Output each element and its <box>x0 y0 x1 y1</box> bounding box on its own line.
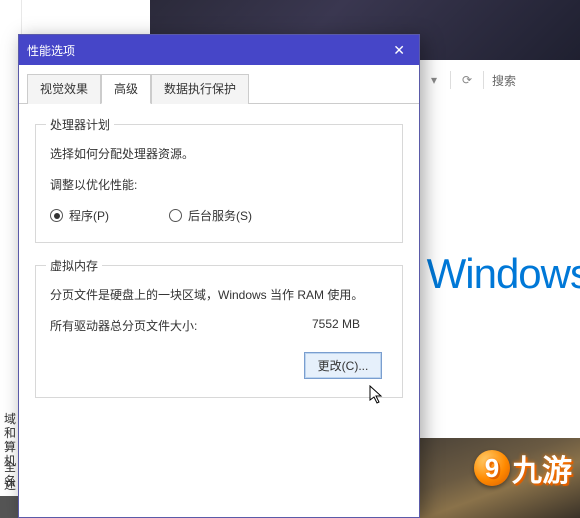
search-label: 搜索 <box>492 72 516 89</box>
tab-dep[interactable]: 数据执行保护 <box>151 74 249 104</box>
radio-programs-label: 程序(P) <box>69 207 109 224</box>
radio-background-services[interactable]: 后台服务(S) <box>169 207 252 224</box>
radio-services-label: 后台服务(S) <box>188 207 252 224</box>
dropdown-icon[interactable]: ▾ <box>426 73 442 87</box>
radio-icon <box>169 209 182 222</box>
jiuyou-logo: 9 九游 <box>474 446 572 490</box>
processor-scheduling-group: 处理器计划 选择如何分配处理器资源。 调整以优化性能: 程序(P) 后台服务(S… <box>35 124 403 243</box>
performance-options-dialog: 性能选项 ✕ 视觉效果 高级 数据执行保护 处理器计划 选择如何分配处理器资源。… <box>18 34 420 518</box>
vm-description: 分页文件是硬盘上的一块区域，Windows 当作 RAM 使用。 <box>50 286 388 303</box>
adjust-label: 调整以优化性能: <box>50 176 388 193</box>
radio-row: 程序(P) 后台服务(S) <box>50 207 388 224</box>
total-paging-row: 所有驱动器总分页文件大小: 7552 MB <box>50 317 360 334</box>
radio-icon <box>50 209 63 222</box>
tab-visual-effects[interactable]: 视觉效果 <box>27 74 101 104</box>
refresh-icon[interactable]: ⟳ <box>459 73 475 87</box>
separator <box>483 71 484 89</box>
titlebar[interactable]: 性能选项 ✕ <box>19 35 419 65</box>
close-icon[interactable]: ✕ <box>387 42 411 59</box>
group-title: 处理器计划 <box>46 116 114 133</box>
logo-nine-icon: 9 <box>474 450 510 486</box>
tab-panel-advanced: 处理器计划 选择如何分配处理器资源。 调整以优化性能: 程序(P) 后台服务(S… <box>19 104 419 410</box>
logo-text: 九游 <box>512 446 572 490</box>
toolbar: ▾ ⟳ 搜索 <box>420 66 580 94</box>
parent-window-right: ▾ ⟳ 搜索 Windows 更改设置 9 九游 <box>420 60 580 518</box>
total-paging-value: 7552 MB <box>312 317 360 334</box>
tab-advanced[interactable]: 高级 <box>101 74 151 104</box>
tabstrip: 视觉效果 高级 数据执行保护 <box>19 65 419 104</box>
group-title: 虚拟内存 <box>46 257 102 274</box>
cpu-description: 选择如何分配处理器资源。 <box>50 145 388 162</box>
virtual-memory-group: 虚拟内存 分页文件是硬盘上的一块区域，Windows 当作 RAM 使用。 所有… <box>35 265 403 398</box>
radio-programs[interactable]: 程序(P) <box>50 207 109 224</box>
separator <box>450 71 451 89</box>
change-button[interactable]: 更改(C)... <box>304 352 382 379</box>
total-paging-label: 所有驱动器总分页文件大小: <box>50 317 197 334</box>
windows-logo-text: Windows <box>427 250 580 298</box>
dialog-title: 性能选项 <box>27 42 75 59</box>
